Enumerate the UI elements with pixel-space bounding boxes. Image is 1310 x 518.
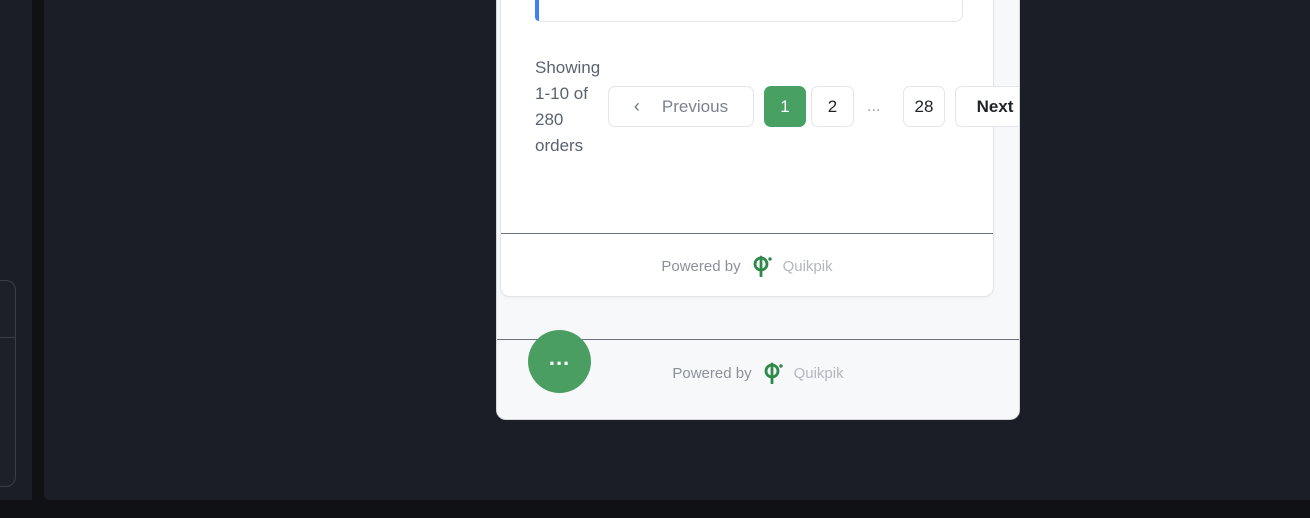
brand-name: Quikpik	[782, 257, 833, 275]
next-page-button[interactable]: Next	[955, 86, 1019, 127]
mobile-preview-frame: Showing 1-10 of 280 orders ‹ Previous 1 …	[496, 0, 1020, 420]
page-button-2[interactable]: 2	[811, 86, 854, 127]
quikpik-logo-icon	[764, 362, 784, 384]
pagination-ellipsis: ...	[867, 98, 881, 115]
pagination-summary: Showing 1-10 of 280 orders	[535, 58, 601, 155]
order-summary-accent	[535, 0, 539, 21]
quikpik-logo-icon	[753, 255, 773, 277]
more-options-fab[interactable]: ...	[528, 330, 591, 393]
powered-by-text: Powered by	[672, 364, 752, 382]
card-footer-divider	[501, 233, 993, 234]
chevron-left-icon: ‹	[633, 96, 640, 116]
page-button-28[interactable]: 28	[903, 86, 945, 127]
left-widget-divider	[0, 337, 15, 338]
orders-card: Showing 1-10 of 280 orders ‹ Previous 1 …	[500, 0, 1019, 297]
page-button-1[interactable]: 1	[764, 86, 806, 127]
more-dots-icon: ...	[548, 344, 571, 370]
previous-page-button[interactable]: ‹ Previous	[608, 86, 754, 127]
previous-label: Previous	[661, 96, 729, 116]
powered-by-text: Powered by	[661, 257, 741, 275]
order-summary-box	[535, 0, 963, 22]
left-widget	[0, 280, 16, 487]
brand-name: Quikpik	[793, 364, 844, 382]
card-powered-by: Powered by Quikpik	[501, 255, 993, 277]
